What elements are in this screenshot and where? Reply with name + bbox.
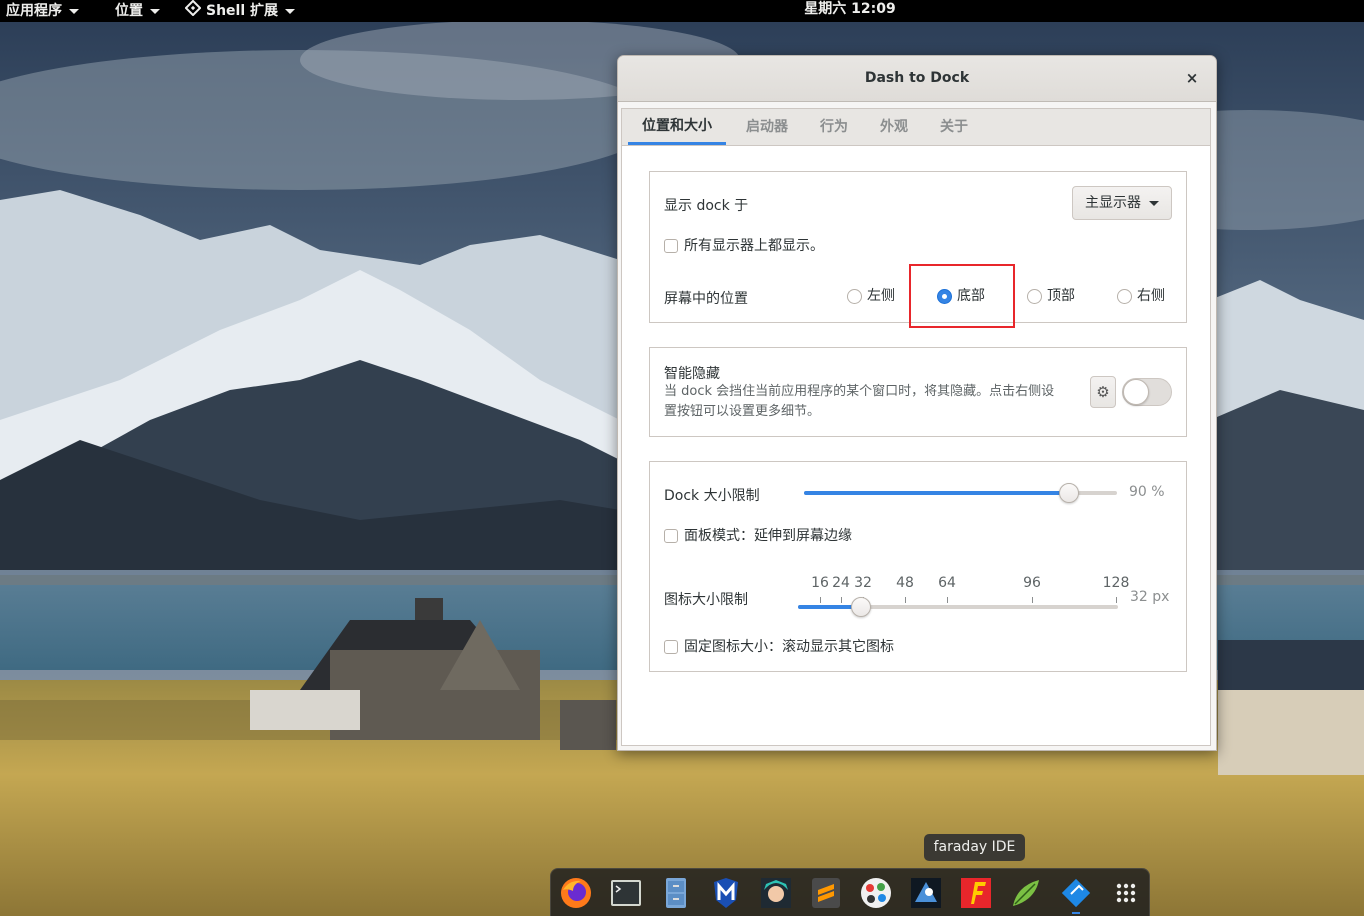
dock-tooltip: faraday IDE — [924, 834, 1025, 861]
tab-launchers[interactable]: 启动器 — [730, 109, 804, 145]
autohide-title: 智能隐藏 — [664, 366, 720, 382]
firefox-icon[interactable] — [559, 876, 593, 910]
position-top-label: 顶部 — [1047, 288, 1075, 304]
position-left-radio[interactable] — [847, 288, 862, 304]
slider-tick — [820, 597, 821, 603]
mark-label-128: 128 — [1102, 575, 1130, 591]
all-monitors-label: 所有显示器上都显示。 — [684, 238, 824, 254]
fixed-icon-checkbox[interactable] — [664, 640, 678, 654]
gear-icon: ⚙ — [1096, 383, 1110, 401]
dock-size-label: Dock 大小限制 — [664, 488, 760, 504]
dock-size-slider-handle[interactable] — [1059, 483, 1079, 503]
mark-label-64: 64 — [938, 575, 956, 591]
tab-appearance[interactable]: 外观 — [864, 109, 924, 145]
terminal-icon[interactable] — [609, 876, 643, 910]
autohide-switch[interactable] — [1122, 378, 1172, 406]
dash-to-dock-dialog: Dash to Dock × 位置和大小 启动器 行为 外观 关于 显示 doc… — [617, 55, 1217, 751]
palette-icon[interactable] — [859, 876, 893, 910]
panel-mode-label: 面板模式：延伸到屏幕边缘 — [684, 528, 852, 544]
icon-size-value: 32 px — [1130, 589, 1170, 605]
slider-tick — [1032, 597, 1033, 603]
dock-size-slider[interactable] — [804, 483, 1117, 503]
slider-tick — [947, 597, 948, 603]
all-monitors-option[interactable]: 所有显示器上都显示。 — [664, 235, 824, 255]
mark-label-96: 96 — [1023, 575, 1041, 591]
icon-size-slider[interactable]: 16 24 32 48 64 96 128 — [798, 575, 1129, 617]
mark-label-24: 24 — [832, 575, 850, 591]
icon-size-slider-handle[interactable] — [851, 597, 871, 617]
position-left-label: 左侧 — [867, 288, 895, 304]
autohide-description: 当 dock 会挡住当前应用程序的某个窗口时，将其隐藏。点击右侧设置按钮可以设置… — [664, 384, 1055, 419]
tab-bar: 位置和大小 启动器 行为 外观 关于 — [622, 109, 1210, 146]
tab-position-size[interactable]: 位置和大小 — [628, 109, 726, 145]
annotation-highlight-box — [909, 264, 1015, 328]
slider-tick — [905, 597, 906, 603]
autohide-settings-button[interactable]: ⚙ — [1090, 376, 1116, 408]
clock[interactable]: 星期六 12:09 — [0, 0, 1364, 18]
monitor-combobox-value: 主显示器 — [1085, 195, 1141, 211]
slider-tick — [841, 597, 842, 603]
position-top-radio[interactable] — [1027, 288, 1042, 304]
faraday-icon[interactable] — [959, 876, 993, 910]
dialog-title: Dash to Dock — [864, 70, 970, 86]
running-indicator — [1072, 912, 1080, 914]
tab-behavior[interactable]: 行为 — [804, 109, 864, 145]
file-cabinet-icon[interactable] — [659, 876, 693, 910]
anime-avatar-icon[interactable] — [759, 876, 793, 910]
autohide-frame: 智能隐藏 当 dock 会挡住当前应用程序的某个窗口时，将其隐藏。点击右侧设置按… — [649, 347, 1187, 437]
panel-mode-option[interactable]: 面板模式：延伸到屏幕边缘 — [664, 525, 852, 545]
dock — [550, 868, 1150, 916]
mark-label-16: 16 — [811, 575, 829, 591]
inkscape-icon[interactable] — [909, 876, 943, 910]
feather-icon[interactable] — [1009, 876, 1043, 910]
panel-mode-checkbox[interactable] — [664, 529, 678, 543]
icon-size-slider-track[interactable] — [798, 597, 1118, 617]
diamond-app-icon[interactable] — [1059, 876, 1093, 910]
position-right-option[interactable]: 右侧 — [1117, 287, 1165, 305]
slider-tick — [1116, 597, 1117, 603]
size-frame: Dock 大小限制 90 % 面板模式：延伸到屏幕边缘 图标大小限制 16 24… — [649, 461, 1187, 672]
mark-label-32: 32 — [854, 575, 872, 591]
fixed-icon-option[interactable]: 固定图标大小：滚动显示其它图标 — [664, 636, 894, 656]
malwarebytes-icon[interactable] — [709, 876, 743, 910]
chevron-down-icon — [1149, 201, 1159, 206]
position-right-label: 右侧 — [1137, 288, 1165, 304]
dialog-titlebar[interactable]: Dash to Dock × — [618, 56, 1216, 102]
sublime-icon[interactable] — [809, 876, 843, 910]
switch-knob — [1123, 379, 1149, 405]
dock-size-slider-fill — [804, 491, 1069, 495]
top-bar: 应用程序 位置 Shell 扩展 星期六 12:09 — [0, 0, 1364, 22]
icon-size-label: 图标大小限制 — [664, 592, 748, 608]
settings-notebook: 位置和大小 启动器 行为 外观 关于 显示 dock 于 主显示器 所有显示器上… — [621, 108, 1211, 746]
show-dock-on-label: 显示 dock 于 — [664, 198, 749, 214]
monitor-combobox[interactable]: 主显示器 — [1072, 186, 1172, 220]
position-left-option[interactable]: 左侧 — [847, 287, 895, 305]
app-grid-icon[interactable] — [1109, 876, 1143, 910]
mark-label-48: 48 — [896, 575, 914, 591]
close-button[interactable]: × — [1182, 68, 1202, 88]
all-monitors-checkbox[interactable] — [664, 239, 678, 253]
tab-about[interactable]: 关于 — [924, 109, 984, 145]
dock-size-value: 90 % — [1129, 484, 1165, 500]
fixed-icon-label: 固定图标大小：滚动显示其它图标 — [684, 639, 894, 655]
position-right-radio[interactable] — [1117, 288, 1132, 304]
position-top-option[interactable]: 顶部 — [1027, 287, 1075, 305]
screen-position-label: 屏幕中的位置 — [664, 291, 748, 307]
